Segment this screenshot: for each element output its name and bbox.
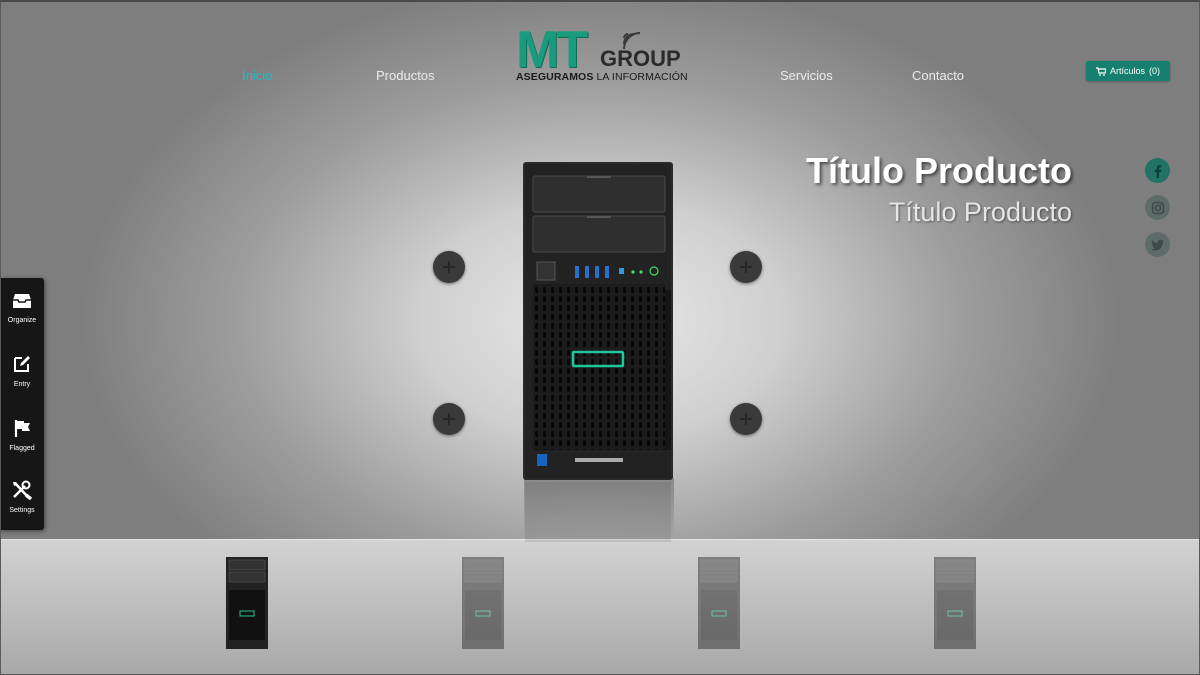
facebook-link[interactable]: [1145, 158, 1170, 183]
plus-icon: [443, 261, 455, 273]
logo-group: GROUP: [600, 46, 681, 71]
nav-contacto[interactable]: Contacto: [912, 68, 964, 83]
sidebar-label-entry: Entry: [13, 381, 31, 388]
cart-icon: [1095, 66, 1106, 76]
sidebar-label-settings: Settings: [9, 507, 35, 514]
logo-tagline: ASEGURAMOS LA INFORMACIÓN: [516, 71, 688, 83]
nav-inicio[interactable]: Inicio: [242, 68, 272, 83]
flag-icon: [14, 420, 30, 437]
product-thumbnail-2[interactable]: [461, 556, 505, 650]
tagline-bold: ASEGURAMOS: [516, 71, 594, 83]
nav-servicios[interactable]: Servicios: [780, 68, 833, 83]
mt-group-logo[interactable]: MT GROUP ASEGURAMOS LA INFORMACIÓN: [516, 21, 688, 84]
server-reflection: [524, 478, 674, 538]
product-subtitle: Título Producto: [888, 197, 1072, 227]
product-thumbnail-4[interactable]: [933, 556, 977, 650]
sidebar-item-organize[interactable]: Organize: [0, 292, 44, 324]
cart-count: (0): [1149, 66, 1160, 76]
cart-button[interactable]: Artículos (0): [1086, 61, 1170, 81]
side-toolbar: Organize Entry Flagged Settings: [0, 278, 44, 530]
tagline-rest: LA INFORMACIÓN: [593, 71, 688, 83]
twitter-icon: [1150, 239, 1164, 250]
facebook-icon: [1154, 164, 1161, 178]
instagram-link[interactable]: [1145, 195, 1170, 220]
plus-icon: [443, 413, 455, 425]
hotspot-bottom-right[interactable]: [730, 403, 762, 435]
hotspot-bottom-left[interactable]: [433, 403, 465, 435]
cart-label: Artículos: [1109, 66, 1145, 76]
inbox-icon: [13, 294, 31, 308]
product-title: Título Producto: [806, 150, 1072, 191]
hotspot-top-left[interactable]: [433, 251, 465, 283]
edit-icon: [14, 356, 30, 372]
sidebar-label-flagged: Flagged: [9, 445, 35, 452]
plus-icon: [740, 261, 752, 273]
instagram-icon: [1151, 201, 1164, 214]
plus-icon: [740, 413, 752, 425]
product-thumbnail-3[interactable]: [697, 556, 741, 650]
reflection-floor: [0, 540, 1200, 675]
sidebar-item-settings[interactable]: Settings: [0, 480, 44, 514]
tools-icon: [13, 480, 33, 501]
nav-productos[interactable]: Productos: [376, 68, 435, 83]
product-thumbnail-1[interactable]: [225, 556, 269, 650]
sidebar-item-flagged[interactable]: Flagged: [0, 418, 44, 452]
sidebar-label-organize: Organize: [7, 317, 37, 324]
sidebar-item-entry[interactable]: Entry: [0, 354, 44, 388]
twitter-link[interactable]: [1145, 232, 1170, 257]
hotspot-top-right[interactable]: [730, 251, 762, 283]
